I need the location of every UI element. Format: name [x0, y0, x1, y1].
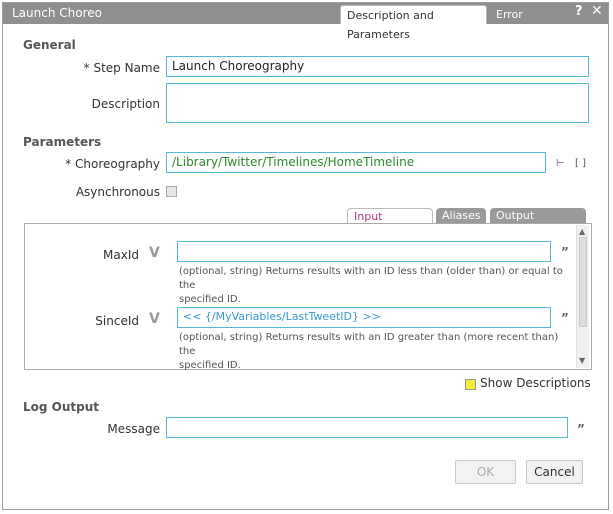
parameters-heading: Parameters — [23, 135, 102, 149]
variables-scrollbar[interactable]: ▲ ▼ — [576, 225, 589, 368]
step-name-label: * Step Name — [83, 61, 160, 75]
tab-output-variables[interactable]: Output Variables — [490, 208, 586, 238]
brackets-icon[interactable]: [ ] — [575, 158, 586, 169]
message-label: Message — [107, 422, 160, 436]
tab-description-and-parameters[interactable]: Description and Parameters — [340, 5, 487, 41]
tab-aliases[interactable]: Aliases — [436, 208, 486, 224]
title-bar: Launch Choreo Description and Parameters… — [3, 3, 608, 41]
quote-icon[interactable]: ” — [561, 311, 569, 325]
scroll-thumb[interactable] — [579, 237, 587, 327]
description-input[interactable] — [166, 83, 589, 123]
launch-choreo-dialog: Launch Choreo Description and Parameters… — [2, 2, 609, 510]
tree-browse-icon[interactable]: ⊢ — [556, 158, 565, 169]
step-name-input[interactable]: Launch Choreography — [166, 56, 589, 77]
quote-icon[interactable]: ” — [577, 422, 585, 436]
choreography-label: * Choreography — [65, 157, 160, 171]
choreography-input[interactable]: /Library/Twitter/Timelines/HomeTimeline — [166, 152, 546, 173]
maxid-description: (optional, string) Returns results with … — [179, 266, 563, 305]
sinceid-input[interactable]: << {/MyVariables/LastTweetID} >> — [177, 307, 551, 328]
maxid-input[interactable] — [177, 241, 551, 262]
variable-type-icon: V — [149, 311, 160, 327]
general-heading: General — [23, 38, 76, 52]
help-icon[interactable]: ? — [575, 4, 583, 19]
variable-label-sinceid: SinceId — [95, 314, 139, 328]
dialog-title: Launch Choreo — [12, 6, 102, 20]
show-descriptions-label[interactable]: Show Descriptions — [480, 376, 591, 390]
asynchronous-checkbox[interactable] — [166, 186, 177, 197]
message-input[interactable] — [166, 417, 568, 438]
log-output-heading: Log Output — [23, 400, 100, 414]
scroll-up-icon[interactable]: ▲ — [579, 227, 585, 236]
cancel-button[interactable]: Cancel — [526, 460, 583, 484]
tab-error-handling[interactable]: Error Handling — [490, 5, 572, 40]
tab-input-variables[interactable]: Input Variables — [347, 208, 433, 239]
scroll-down-icon[interactable]: ▼ — [579, 356, 585, 365]
description-label: Description — [91, 97, 160, 111]
asynchronous-label: Asynchronous — [75, 185, 160, 199]
ok-button[interactable]: OK — [455, 460, 516, 484]
quote-icon[interactable]: ” — [561, 245, 569, 259]
variable-label-maxid: MaxId — [103, 248, 139, 262]
variable-type-icon: V — [149, 245, 160, 261]
show-descriptions-toggle[interactable] — [465, 379, 476, 390]
close-icon[interactable]: ✕ — [591, 3, 603, 19]
sinceid-description: (optional, string) Returns results with … — [179, 332, 559, 371]
